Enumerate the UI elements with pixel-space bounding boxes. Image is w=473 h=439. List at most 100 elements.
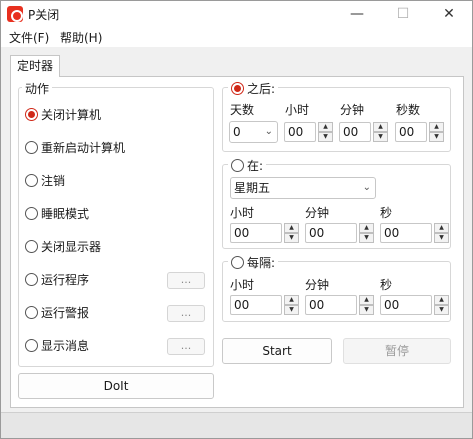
spin-down-icon[interactable]: ▼ [284,305,299,315]
radio-run-alarm[interactable]: 运行警报 [25,304,89,321]
radio-dot[interactable] [25,108,38,121]
after-seconds-stepper[interactable]: ▲ ▼ [429,122,444,142]
minutes-label: 分钟 [305,206,330,220]
radio-dot[interactable] [25,141,38,154]
spin-down-icon[interactable]: ▼ [318,132,333,142]
days-label: 天数 [230,103,255,117]
at-minutes-stepper[interactable]: ▲ ▼ [359,223,374,243]
menu-bar: 文件(F) 帮助(H) [1,27,472,47]
weekday-value: 星期五 [234,181,271,195]
after-caption: 之后: [247,82,276,96]
hours-label: 小时 [230,206,255,220]
maximize-button[interactable]: ☐ [380,1,426,27]
spin-down-icon[interactable]: ▼ [373,132,388,142]
timer-panel: 动作 关闭计算机 重新启动计算机 注销 睡眠模式 关闭显示器 运行程序 ... … [10,76,464,408]
after-hours-input[interactable]: 00 [284,122,316,142]
days-select[interactable]: 0 ⌄ [229,121,278,143]
spin-up-icon[interactable]: ▲ [373,122,388,132]
at-seconds-input[interactable]: 00 [380,223,432,243]
status-bar [1,412,472,438]
seconds-label: 秒 [380,206,393,220]
every-hours-input[interactable]: 00 [230,295,282,315]
after-seconds-input[interactable]: 00 [395,122,427,142]
spin-up-icon[interactable]: ▲ [434,295,449,305]
spin-down-icon[interactable]: ▼ [359,233,374,243]
chevron-down-icon: ⌄ [362,182,371,193]
minutes-label: 分钟 [340,103,365,117]
title-bar[interactable]: P关闭 — ☐ ✕ [1,1,472,27]
minutes-label: 分钟 [305,278,330,292]
spin-down-icon[interactable]: ▼ [359,305,374,315]
every-minutes-input[interactable]: 00 [305,295,357,315]
actions-group: 动作 关闭计算机 重新启动计算机 注销 睡眠模式 关闭显示器 运行程序 ... … [18,80,214,367]
radio-label: 关闭显示器 [41,240,102,254]
radio-sleep[interactable]: 睡眠模式 [25,205,89,222]
every-hours-stepper[interactable]: ▲ ▼ [284,295,299,315]
radio-logoff[interactable]: 注销 [25,172,65,189]
radio-after[interactable]: 之后: [228,80,279,97]
spin-up-icon[interactable]: ▲ [284,223,299,233]
radio-dot[interactable] [231,82,244,95]
spin-up-icon[interactable]: ▲ [359,223,374,233]
menu-file[interactable]: 文件(F) [9,29,49,46]
spin-up-icon[interactable]: ▲ [284,295,299,305]
spin-down-icon[interactable]: ▼ [429,132,444,142]
browse-program-button[interactable]: ... [167,272,205,289]
radio-label: 重新启动计算机 [41,141,126,155]
radio-dot[interactable] [25,174,38,187]
at-minutes-input[interactable]: 00 [305,223,357,243]
radio-dot[interactable] [231,256,244,269]
radio-label: 注销 [41,174,66,188]
spin-up-icon[interactable]: ▲ [429,122,444,132]
at-seconds-stepper[interactable]: ▲ ▼ [434,223,449,243]
after-group: 之后: 天数 小时 分钟 秒数 0 ⌄ 00 ▲ ▼ 00 ▲ ▼ 00 ▲ ▼ [222,80,451,152]
browse-message-button[interactable]: ... [167,338,205,355]
radio-dot[interactable] [25,273,38,286]
radio-dot[interactable] [231,159,244,172]
seconds-label: 秒 [380,278,393,292]
main-window: P关闭 — ☐ ✕ 文件(F) 帮助(H) 定时器 动作 关闭计算机 重新启动计… [0,0,473,439]
every-seconds-stepper[interactable]: ▲ ▼ [434,295,449,315]
after-minutes-input[interactable]: 00 [339,122,371,142]
radio-dot[interactable] [25,306,38,319]
window-title: P关闭 [28,8,60,22]
radio-shutdown[interactable]: 关闭计算机 [25,106,101,123]
hours-label: 小时 [230,278,255,292]
after-minutes-stepper[interactable]: ▲ ▼ [373,122,388,142]
spin-up-icon[interactable]: ▲ [434,223,449,233]
every-caption: 每隔: [247,256,276,270]
radio-run-program[interactable]: 运行程序 [25,271,89,288]
power-icon [7,6,23,22]
at-group: 在: 星期五 ⌄ 小时 分钟 秒 00 ▲ ▼ 00 ▲ ▼ 00 ▲ ▼ [222,157,451,249]
at-hours-input[interactable]: 00 [230,223,282,243]
every-minutes-stepper[interactable]: ▲ ▼ [359,295,374,315]
spin-down-icon[interactable]: ▼ [434,305,449,315]
radio-dot[interactable] [25,207,38,220]
radio-restart[interactable]: 重新启动计算机 [25,139,125,156]
spin-down-icon[interactable]: ▼ [434,233,449,243]
spin-up-icon[interactable]: ▲ [318,122,333,132]
close-button[interactable]: ✕ [426,1,472,27]
menu-help[interactable]: 帮助(H) [60,29,102,46]
minimize-button[interactable]: — [334,1,380,27]
chevron-down-icon: ⌄ [264,126,273,137]
spin-down-icon[interactable]: ▼ [284,233,299,243]
doit-button[interactable]: DoIt [18,373,214,399]
radio-monitor-off[interactable]: 关闭显示器 [25,238,101,255]
radio-dot[interactable] [25,240,38,253]
at-hours-stepper[interactable]: ▲ ▼ [284,223,299,243]
weekday-select[interactable]: 星期五 ⌄ [230,177,376,199]
browse-alarm-button[interactable]: ... [167,305,205,322]
spin-up-icon[interactable]: ▲ [359,295,374,305]
radio-show-message[interactable]: 显示消息 [25,337,89,354]
every-seconds-input[interactable]: 00 [380,295,432,315]
radio-label: 睡眠模式 [41,207,90,221]
pause-button[interactable]: 暂停 [343,338,451,364]
start-button[interactable]: Start [222,338,332,364]
tab-timer[interactable]: 定时器 [10,55,61,77]
radio-label: 运行警报 [41,306,90,320]
after-hours-stepper[interactable]: ▲ ▼ [318,122,333,142]
radio-dot[interactable] [25,339,38,352]
radio-every[interactable]: 每隔: [228,254,279,271]
radio-at[interactable]: 在: [228,157,267,174]
